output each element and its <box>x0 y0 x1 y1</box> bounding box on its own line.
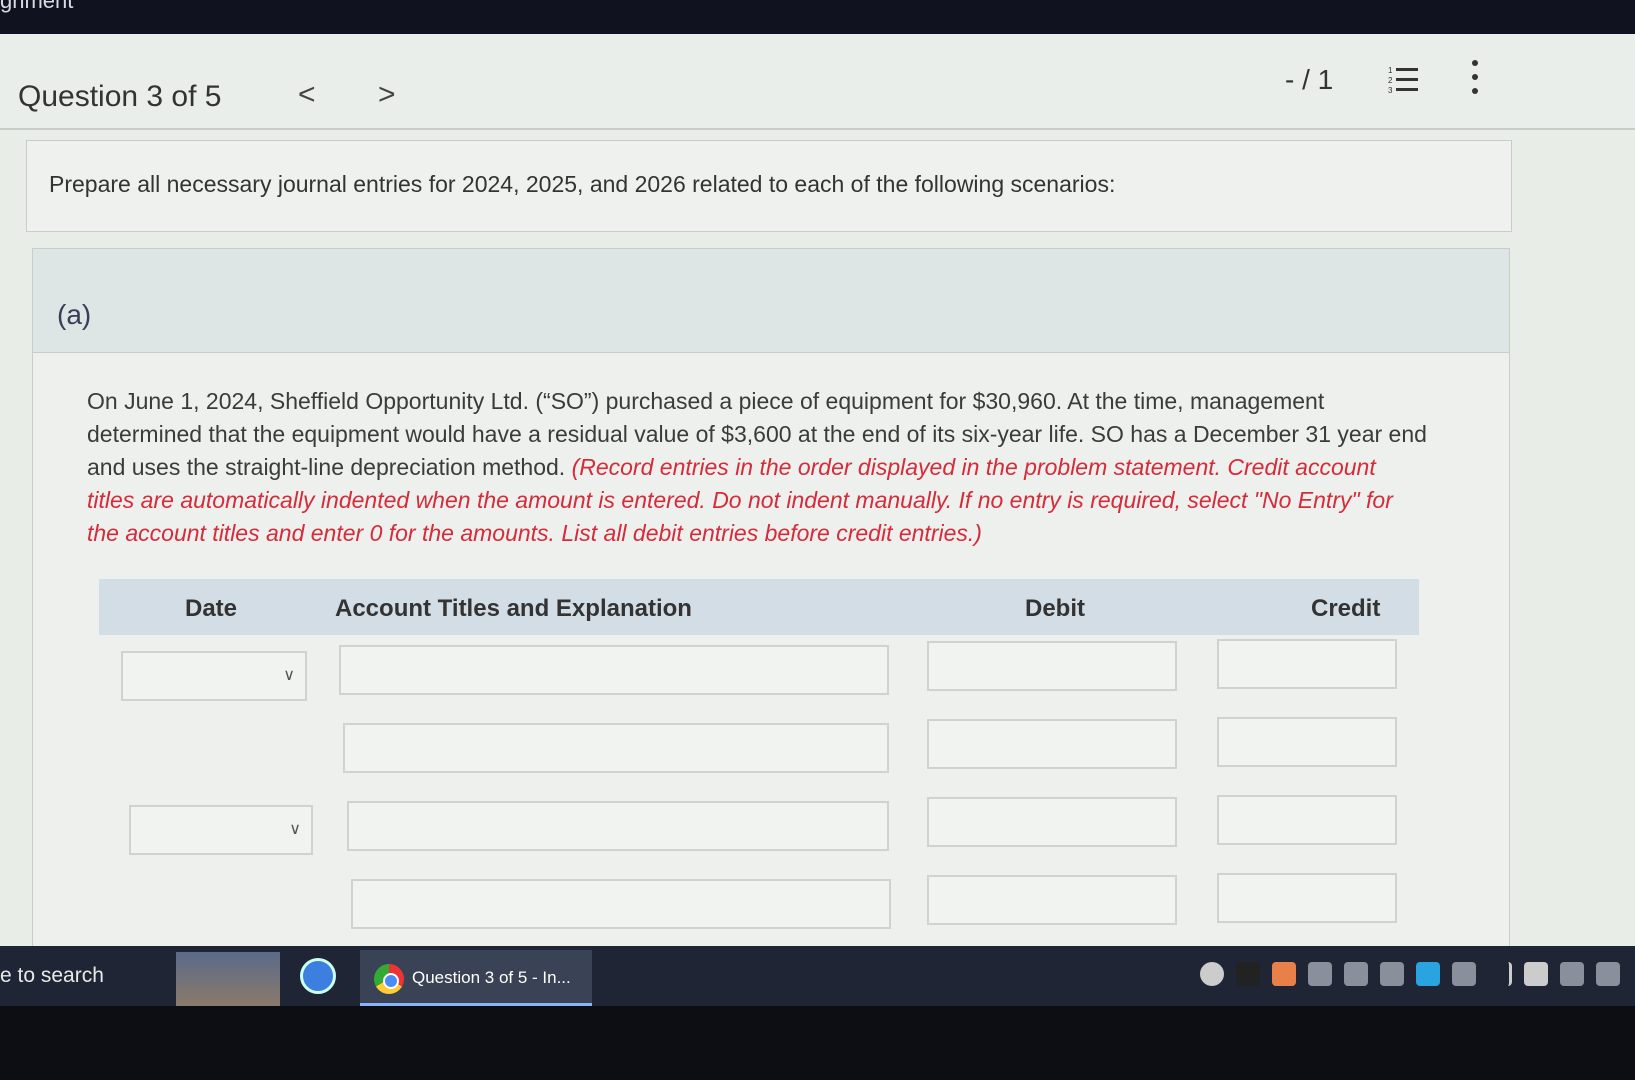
svg-text:1: 1 <box>1388 66 1393 75</box>
debit-input[interactable] <box>927 719 1177 769</box>
column-header-date: Date <box>185 595 238 622</box>
date-select[interactable]: ∨ <box>121 651 307 701</box>
previous-question-button[interactable]: < <box>298 78 316 112</box>
window-title: Question 3 of 5 - In... <box>412 968 571 987</box>
svg-text:2: 2 <box>1388 76 1393 85</box>
word-icon[interactable] <box>1416 962 1440 986</box>
numbered-list-icon[interactable]: 1 2 3 <box>1388 64 1420 95</box>
wifi-icon[interactable] <box>1488 962 1512 986</box>
screen-bezel <box>0 1006 1635 1080</box>
page-heading-fragment: gnment <box>0 0 74 13</box>
column-header-debit: Debit <box>1025 595 1085 622</box>
svg-text:3: 3 <box>1388 86 1393 94</box>
grammarly-icon[interactable] <box>1200 962 1224 986</box>
credit-input[interactable] <box>1217 639 1397 689</box>
usb-icon[interactable] <box>1524 962 1548 986</box>
debit-input[interactable] <box>927 875 1177 925</box>
credit-input[interactable] <box>1217 873 1397 923</box>
tray-app-icon[interactable] <box>1452 962 1476 986</box>
tray-app-icon[interactable] <box>1272 962 1296 986</box>
next-question-button[interactable]: > <box>378 78 396 112</box>
tray-app-icon[interactable] <box>1236 962 1260 986</box>
prompt-text: Prepare all necessary journal entries fo… <box>49 171 1116 197</box>
part-a-section: (a) On June 1, 2024, Sheffield Opportuni… <box>32 248 1510 948</box>
volume-icon[interactable] <box>1596 962 1620 986</box>
taskbar-chrome-window[interactable]: Question 3 of 5 - In... <box>360 950 592 1006</box>
taskbar-search[interactable]: e to search <box>0 964 104 988</box>
search-highlight-image[interactable] <box>176 952 280 1006</box>
credit-input[interactable] <box>1217 717 1397 767</box>
chevron-down-icon: ∨ <box>283 667 295 684</box>
journal-header-row: Date Account Titles and Explanation Debi… <box>99 579 1419 635</box>
credit-input[interactable] <box>1217 795 1397 845</box>
question-prompt: Prepare all necessary journal entries fo… <box>26 140 1512 232</box>
part-label: (a) <box>57 299 92 330</box>
account-title-input[interactable] <box>343 723 889 773</box>
question-counter: Question 3 of 5 <box>18 80 222 113</box>
question-header: Question 3 of 5 < > - / 1 1 2 3 <box>0 34 1635 130</box>
account-title-input[interactable] <box>347 801 889 851</box>
debit-input[interactable] <box>927 641 1177 691</box>
question-page: Question 3 of 5 < > - / 1 1 2 3 Prepare … <box>0 34 1635 948</box>
tray-app-icon[interactable] <box>1344 962 1368 986</box>
account-title-input[interactable] <box>339 645 889 695</box>
problem-description: On June 1, 2024, Sheffield Opportunity L… <box>87 385 1427 550</box>
windows-taskbar: e to search Question 3 of 5 - In... <box>0 946 1635 1006</box>
browser-top-bar: gnment <box>0 0 1635 34</box>
system-tray <box>1200 962 1620 986</box>
column-header-credit: Credit <box>1311 595 1381 622</box>
battery-icon[interactable] <box>1560 962 1584 986</box>
score-indicator: - / 1 <box>1285 64 1334 95</box>
debit-input[interactable] <box>927 797 1177 847</box>
cloud-icon[interactable] <box>1308 962 1332 986</box>
chevron-down-icon: ∨ <box>289 821 301 838</box>
column-header-account: Account Titles and Explanation <box>335 595 692 622</box>
tray-app-icon[interactable] <box>1380 962 1404 986</box>
account-title-input[interactable] <box>351 879 891 929</box>
more-vertical-icon[interactable] <box>1470 60 1480 94</box>
date-select[interactable]: ∨ <box>129 805 313 855</box>
chrome-icon <box>374 964 404 994</box>
app-icon[interactable] <box>300 958 336 994</box>
part-header: (a) <box>33 249 1509 353</box>
